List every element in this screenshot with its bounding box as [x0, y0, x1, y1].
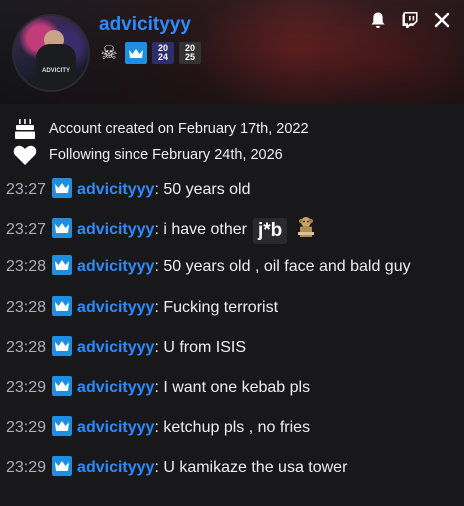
heart-icon: [12, 142, 38, 168]
chat-message: 23:27 advicityyy: i have other j*b: [0, 213, 464, 249]
crown-badge-icon[interactable]: [52, 218, 73, 238]
badge-list: ☠ 20 24 20 25: [98, 42, 201, 64]
message-timestamp: 23:27: [6, 221, 47, 238]
crown-badge-icon[interactable]: [52, 456, 73, 476]
message-timestamp: 23:28: [6, 258, 47, 275]
chat-message: 23:29 advicityyy: ketchup pls , no fries: [0, 414, 464, 446]
avatar[interactable]: ADVICITY: [12, 14, 90, 92]
sub-badge-2025-icon[interactable]: 20 25: [179, 42, 201, 64]
chat-message: 23:29 advicityyy: I want one kebab pls: [0, 374, 464, 406]
crown-badge-icon[interactable]: [52, 336, 73, 356]
chat-message: 23:28 advicityyy: 50 years old , oil face…: [0, 253, 464, 285]
message-text: : I want one kebab pls: [154, 379, 311, 396]
account-created-row: Account created on February 17th, 2022: [12, 116, 309, 142]
message-username[interactable]: advicityyy: [77, 299, 154, 316]
message-username[interactable]: advicityyy: [77, 258, 154, 275]
sub-badge-2024-label: 20 24: [157, 43, 168, 62]
close-icon[interactable]: [432, 10, 452, 30]
message-text: : U kamikaze the usa tower: [154, 459, 348, 476]
crown-badge-icon[interactable]: [52, 296, 73, 316]
chat-message: 23:28 advicityyy: Fucking terrorist: [0, 294, 464, 326]
profile-header: ADVICITY advicityyy ☠ 20 24 20 25: [0, 0, 464, 104]
header-actions: [368, 10, 452, 30]
message-text: : 50 years old , oil face and bald guy: [154, 258, 411, 275]
message-timestamp: 23:28: [6, 299, 47, 316]
message-username[interactable]: advicityyy: [77, 181, 154, 198]
skull-badge-icon[interactable]: ☠: [98, 42, 120, 64]
message-text: : Fucking terrorist: [154, 299, 279, 316]
crown-badge-icon[interactable]: [52, 178, 73, 198]
message-timestamp: 23:29: [6, 419, 47, 436]
chat-message: 23:28 advicityyy: U from ISIS: [0, 334, 464, 366]
chat-message: 23:27 advicityyy: 50 years old: [0, 176, 464, 208]
message-username[interactable]: advicityyy: [77, 339, 154, 356]
message-timestamp: 23:28: [6, 339, 47, 356]
avatar-jersey-text: ADVICITY: [42, 68, 71, 74]
sub-badge-2025-label: 20 25: [184, 43, 195, 62]
sub-badge-2024-icon[interactable]: 20 24: [152, 42, 174, 64]
message-log: 23:27 advicityyy: 50 years old 23:27 advic…: [0, 176, 464, 486]
crown-badge-icon[interactable]: [52, 416, 73, 436]
message-username[interactable]: advicityyy: [77, 379, 154, 396]
message-text: : ketchup pls , no fries: [154, 419, 311, 436]
message-username[interactable]: advicityyy: [77, 459, 154, 476]
cake-icon: [12, 116, 38, 142]
message-text: : U from ISIS: [154, 339, 247, 356]
message-timestamp: 23:29: [6, 459, 47, 476]
monkey-emote-icon[interactable]: [295, 215, 317, 247]
crown-badge-icon[interactable]: [52, 255, 73, 275]
crown-badge-icon[interactable]: [52, 376, 73, 396]
bell-icon[interactable]: [368, 10, 388, 30]
message-timestamp: 23:27: [6, 181, 47, 198]
message-text: : 50 years old: [154, 181, 251, 198]
chat-message: 23:29 advicityyy: U kamikaze the usa towe…: [0, 454, 464, 486]
account-created-text: Account created on February 17th, 2022: [49, 121, 309, 137]
message-text: : i have other: [154, 221, 247, 238]
message-timestamp: 23:29: [6, 379, 47, 396]
account-info: Account created on February 17th, 2022 F…: [12, 116, 309, 168]
jb-emote[interactable]: j*b: [252, 218, 288, 244]
message-username[interactable]: advicityyy: [77, 221, 154, 238]
crown-badge-icon[interactable]: [125, 42, 147, 64]
message-username[interactable]: advicityyy: [77, 419, 154, 436]
following-since-row: Following since February 24th, 2026: [12, 142, 309, 168]
profile-username[interactable]: advicityyy: [99, 14, 191, 36]
twitch-icon[interactable]: [400, 10, 420, 30]
following-since-text: Following since February 24th, 2026: [49, 147, 283, 163]
